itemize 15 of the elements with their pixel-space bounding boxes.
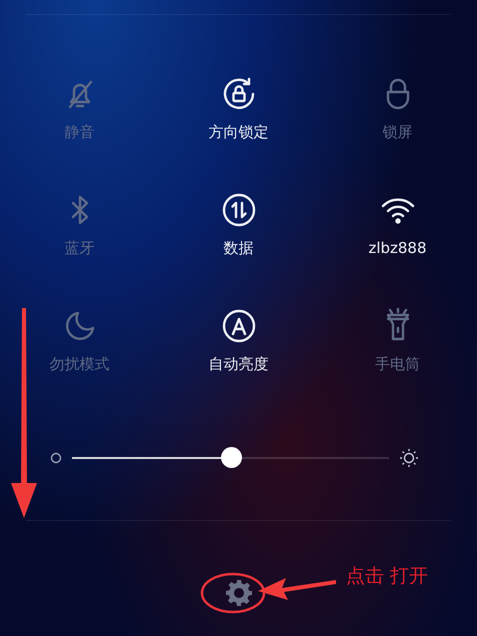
toggle-label: 蓝牙 bbox=[64, 239, 94, 257]
toggle-label: 数据 bbox=[224, 239, 254, 257]
toggle-label: 锁屏 bbox=[382, 123, 412, 141]
highlight-ellipse bbox=[200, 572, 266, 614]
sun-icon bbox=[399, 448, 419, 468]
toggle-label: 手电筒 bbox=[375, 355, 420, 373]
slider-thumb[interactable] bbox=[220, 447, 242, 468]
settings-icon[interactable] bbox=[224, 579, 252, 607]
toggle-label: 方向锁定 bbox=[208, 123, 268, 141]
dim-brightness-icon bbox=[50, 452, 62, 464]
toggle-label: 勿扰模式 bbox=[50, 355, 110, 373]
toggle-label: 静音 bbox=[64, 123, 94, 141]
toggle-label: zlbz888 bbox=[368, 239, 427, 257]
annotation-text: 点击 打开 bbox=[346, 564, 428, 589]
toggle-label: 自动亮度 bbox=[208, 355, 268, 373]
